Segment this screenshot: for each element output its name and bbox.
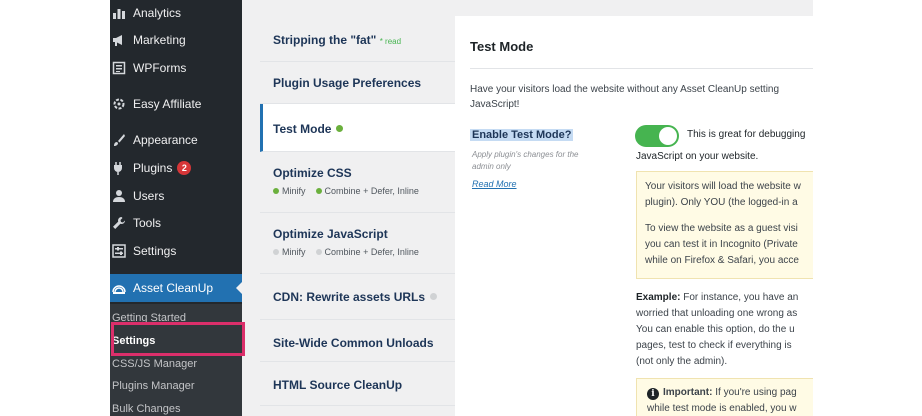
sidebar-item-label: Asset CleanUp	[133, 281, 214, 295]
divider	[470, 68, 813, 69]
tab-optimize-css[interactable]: Optimize CSS Minify Combine + Defer, Inli…	[260, 152, 455, 213]
tab-html-source-cleanup[interactable]: HTML Source CleanUp	[260, 362, 455, 406]
tab-stripping-the-fat[interactable]: Stripping the "fat" * read	[260, 16, 455, 62]
sidebar-item-label: Settings	[133, 244, 177, 258]
intro-line: Have your visitors load the website with…	[470, 84, 780, 95]
sidebar-item-plugins[interactable]: Plugins 2	[110, 156, 242, 180]
read-more-link[interactable]: Read More	[472, 179, 517, 189]
screenshot-frame: Analytics Marketing WPForms Easy Affilia…	[110, 0, 813, 416]
toggle-knob	[659, 127, 677, 145]
extra-options-label: + Defer, Inline	[363, 186, 419, 196]
read-note: * read	[379, 37, 402, 46]
submenu-item-plugins-manager[interactable]: Plugins Manager	[112, 380, 195, 392]
sidebar-item-tools[interactable]: Tools	[110, 211, 242, 235]
sidebar-item-users[interactable]: Users	[110, 184, 242, 208]
minify-label: Minify	[282, 186, 306, 196]
combine-label: Combine	[324, 247, 361, 257]
tab-label: Plugin Usage Preferences	[273, 76, 422, 90]
sidebar-item-asset-cleanup[interactable]: Asset CleanUp	[110, 274, 242, 302]
notice-line: while on Firefox & Safari, you acce	[645, 255, 799, 266]
sidebar-item-wpforms[interactable]: WPForms	[110, 56, 242, 80]
sidebar-item-label: Appearance	[133, 133, 198, 147]
enabled-status-dot	[336, 125, 344, 132]
settings-highlight-box	[111, 322, 245, 356]
info-icon: i	[647, 388, 659, 400]
sidebar-item-label: Tools	[133, 216, 162, 230]
tab-label: Optimize JavaScript	[273, 227, 388, 241]
submenu-item-css-js-manager[interactable]: CSS/JS Manager	[112, 358, 197, 370]
settings-sliders-icon	[112, 244, 126, 258]
example-line: (not only the admin).	[636, 356, 728, 367]
sidebar-item-settings[interactable]: Settings	[110, 239, 242, 263]
paintbrush-icon	[112, 133, 126, 147]
wrench-icon	[112, 216, 126, 230]
example-text: For instance, you have an	[680, 292, 799, 303]
important-text: If you're using pag	[712, 387, 797, 398]
tab-optimize-javascript[interactable]: Optimize JavaScript Minify Combine + Defe…	[260, 213, 455, 274]
settings-tabs: Stripping the "fat" * read Plugin Usage …	[260, 16, 455, 416]
sidebar-item-label: Users	[133, 189, 165, 203]
submenu-item-bulk-changes[interactable]: Bulk Changes	[112, 403, 181, 415]
tab-site-wide-common-unloads[interactable]: Site-Wide Common Unloads	[260, 320, 455, 362]
combine-status-dot	[315, 249, 322, 255]
toggle-description: JavaScript on your website.	[636, 151, 759, 162]
page-title: Test Mode	[470, 39, 534, 54]
tab-label: Site-Wide Common Unloads	[273, 336, 434, 350]
important-notice: i Important: If you're using pag while te…	[636, 378, 813, 416]
update-count-badge: 2	[177, 161, 192, 175]
tab-test-mode[interactable]: Test Mode	[260, 104, 455, 152]
example-label: Example:	[636, 292, 681, 303]
tab-label: CDN: Rewrite assets URLs	[273, 290, 426, 304]
asset-cleanup-icon	[112, 281, 126, 295]
notice-line: To view the website as a guest visi	[645, 223, 798, 234]
guest-visitor-notice: Your visitors will load the website w pl…	[636, 171, 813, 279]
disabled-status-dot	[430, 293, 438, 300]
bar-chart-icon	[112, 6, 126, 20]
sidebar-item-marketing[interactable]: Marketing	[110, 28, 242, 52]
intro-line: JavaScript!	[470, 99, 520, 110]
example-line: worried that unloading one wrong as	[636, 308, 798, 319]
sidebar-item-label: Plugins	[133, 161, 173, 175]
test-mode-panel: Test Mode Have your visitors load the we…	[455, 16, 813, 416]
minify-status-dot	[273, 249, 279, 255]
example-line: pages, test to check if everything is	[636, 340, 792, 351]
sidebar-item-label: WPForms	[133, 61, 187, 75]
notice-line: you can test it in Incognito (Private	[645, 239, 798, 250]
tab-label: HTML Source CleanUp	[273, 378, 403, 392]
tab-cdn-rewrite-assets[interactable]: CDN: Rewrite assets URLs	[260, 274, 455, 320]
tab-plugin-usage-preferences[interactable]: Plugin Usage Preferences	[260, 62, 455, 104]
toggle-description: This is great for debugging	[687, 129, 806, 140]
megaphone-icon	[112, 33, 126, 47]
gear-cycle-icon	[112, 97, 126, 111]
notice-line: Your visitors will load the website w	[645, 181, 801, 192]
important-line: while test mode is enabled, you w	[647, 403, 797, 414]
form-icon	[112, 61, 126, 75]
asset-cleanup-submenu: Getting Started Settings CSS/JS Manager …	[110, 304, 242, 416]
combine-status-dot	[315, 188, 322, 194]
minify-label: Minify	[282, 247, 306, 257]
minify-status-dot	[273, 188, 279, 194]
enable-test-mode-hint: Apply plugin's changes for the admin onl…	[472, 150, 579, 171]
tab-label: Test Mode	[273, 122, 332, 136]
example-line: You can enable this option, do the u	[636, 324, 795, 335]
tab-label: Optimize CSS	[273, 166, 352, 180]
enable-test-mode-label: Enable Test Mode?	[470, 129, 574, 141]
combine-label: Combine	[324, 186, 361, 196]
sidebar-item-appearance[interactable]: Appearance	[110, 128, 242, 152]
extra-options-label: + Defer, Inline	[363, 247, 419, 257]
sidebar-item-analytics[interactable]: Analytics	[110, 1, 242, 25]
plug-icon	[112, 161, 126, 175]
example-line: Example: For instance, you have an	[636, 292, 798, 303]
sidebar-item-label: Marketing	[133, 33, 186, 47]
user-icon	[112, 189, 126, 203]
tab-label: Stripping the "fat"	[273, 33, 377, 47]
sidebar-item-label: Easy Affiliate	[133, 97, 202, 111]
test-mode-toggle[interactable]	[635, 125, 679, 147]
notice-line: plugin). Only YOU (the logged-in a	[645, 197, 798, 208]
intro-text: Have your visitors load the website with…	[470, 82, 813, 112]
important-label: Important:	[663, 387, 713, 398]
sidebar-item-easy-affiliate[interactable]: Easy Affiliate	[110, 92, 242, 116]
sidebar-item-label: Analytics	[133, 6, 182, 20]
